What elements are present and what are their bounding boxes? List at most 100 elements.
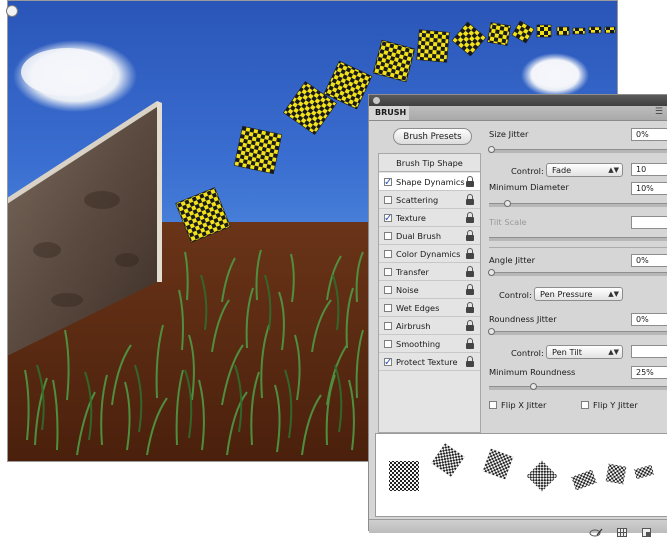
tilt-scale-slider [489,237,667,241]
wet-edges-checkbox[interactable] [384,304,392,312]
flip-x-checkbox[interactable] [489,401,497,409]
select-value: Fade [552,165,572,175]
select-value: Pen Tilt [552,347,582,357]
roundness-jitter-field[interactable]: 0% [631,313,667,326]
list-header-brush-tip-shape[interactable]: Brush Tip Shape [379,154,480,172]
lock-icon[interactable] [466,320,474,331]
list-item-label: Airbrush [396,321,431,331]
smoothing-checkbox[interactable] [384,340,392,348]
list-item-color-dynamics[interactable]: Color Dynamics [379,245,480,263]
angle-jitter-control-select[interactable]: Pen Pressure ▲▼ [534,287,623,301]
airbrush-checkbox[interactable] [384,322,392,330]
protect-texture-checkbox[interactable] [384,354,392,372]
list-item-label: Dual Brush [396,231,442,241]
list-item-protect-texture[interactable]: Protect Texture [379,353,480,372]
list-item-label: Wet Edges [396,303,440,313]
minimum-roundness-field[interactable]: 25% [631,366,667,379]
lock-icon[interactable] [466,356,474,367]
roundness-jitter-control-label: Control: [511,348,544,358]
list-item-label: Color Dynamics [396,249,461,259]
shape-dynamics-checkbox[interactable] [384,174,392,192]
angle-jitter-field[interactable]: 0% [631,254,667,267]
lock-icon[interactable] [466,338,474,349]
new-brush-icon[interactable] [642,522,652,537]
lock-icon[interactable] [466,176,474,187]
texture-checkbox[interactable] [384,210,392,228]
angle-jitter-label: Angle Jitter [489,255,536,265]
cloud-left [13,40,137,112]
list-item-transfer[interactable]: Transfer [379,263,480,281]
slider-knob[interactable] [488,269,495,276]
size-jitter-control-select[interactable]: Fade ▲▼ [546,163,623,177]
lock-icon[interactable] [466,266,474,277]
color-dynamics-checkbox[interactable] [384,250,392,258]
list-item-label: Transfer [396,267,429,277]
list-item-dual-brush[interactable]: Dual Brush [379,227,480,245]
list-item-wet-edges[interactable]: Wet Edges [379,299,480,317]
size-jitter-control-label: Control: [511,166,544,176]
angle-jitter-slider[interactable] [488,269,667,276]
flip-x-label: Flip X Jitter [501,400,547,410]
brush-presets-button[interactable]: Brush Presets [393,128,472,145]
panel-tab-strip: BRUSH ☰ [369,106,667,121]
noise-checkbox[interactable] [384,286,392,294]
fade-steps-field[interactable]: 10 [631,163,667,176]
list-item-scattering[interactable]: Scattering [379,191,480,209]
chevron-updown-icon: ▲▼ [608,166,619,174]
panel-close-icon[interactable] [373,97,380,104]
divider [489,247,667,248]
flip-y-jitter[interactable]: Flip Y Jitter [581,400,638,410]
list-item-label: Texture [396,213,426,223]
slider-knob[interactable] [530,383,537,390]
dual-brush-checkbox[interactable] [384,232,392,240]
flip-y-checkbox[interactable] [581,401,589,409]
lock-icon[interactable] [466,194,474,205]
list-item-noise[interactable]: Noise [379,281,480,299]
size-jitter-label: Size Jitter [489,129,529,139]
minimum-diameter-slider[interactable] [489,200,667,207]
size-jitter-field[interactable]: 0% [631,128,667,141]
lock-icon[interactable] [466,230,474,241]
minimum-diameter-field[interactable]: 10% [631,182,667,195]
brush-panel: BRUSH ☰ Brush Presets Brush Tip Shape Sh… [368,94,667,537]
document-close-icon[interactable] [6,5,18,17]
lock-icon[interactable] [466,284,474,295]
preview-strokes [389,443,654,492]
grid-icon[interactable] [617,522,627,537]
panel-title-bar[interactable] [369,95,667,106]
list-item-smoothing[interactable]: Smoothing [379,335,480,353]
lock-icon[interactable] [466,248,474,259]
slider-knob[interactable] [504,200,511,207]
chevron-updown-icon: ▲▼ [608,290,619,298]
roundness-jitter-control-select[interactable]: Pen Tilt ▲▼ [546,345,623,359]
flip-y-label: Flip Y Jitter [593,400,638,410]
toggle-live-tip-icon[interactable] [589,522,603,537]
tilt-scale-field[interactable] [631,216,667,229]
size-jitter-slider[interactable] [488,146,667,153]
list-item-texture[interactable]: Texture [379,209,480,228]
list-item-label: Shape Dynamics [396,177,465,187]
tab-brush[interactable]: BRUSH [369,106,409,120]
list-item-label: Protect Texture [396,357,458,367]
panel-menu-icon[interactable]: ☰ [655,107,663,118]
minimum-roundness-slider[interactable] [489,383,667,390]
roundness-jitter-slider[interactable] [488,328,667,335]
minimum-diameter-label: Minimum Diameter [489,182,569,192]
list-item-airbrush[interactable]: Airbrush [379,317,480,335]
slider-knob[interactable] [488,146,495,153]
scattering-checkbox[interactable] [384,196,392,204]
roundness-tilt-field[interactable] [631,345,667,358]
list-item-shape-dynamics[interactable]: Shape Dynamics [379,173,480,192]
flip-x-jitter[interactable]: Flip X Jitter [489,400,546,410]
angle-jitter-control-label: Control: [499,290,532,300]
roundness-jitter-label: Roundness Jitter [489,314,557,324]
cloud-right [521,53,589,97]
lock-icon[interactable] [466,302,474,313]
list-item-label: Noise [396,285,419,295]
chevron-updown-icon: ▲▼ [608,348,619,356]
list-item-label: Scattering [396,195,439,205]
transfer-checkbox[interactable] [384,268,392,276]
brush-stroke-preview [375,433,667,517]
lock-icon[interactable] [466,212,474,223]
slider-knob[interactable] [488,328,495,335]
